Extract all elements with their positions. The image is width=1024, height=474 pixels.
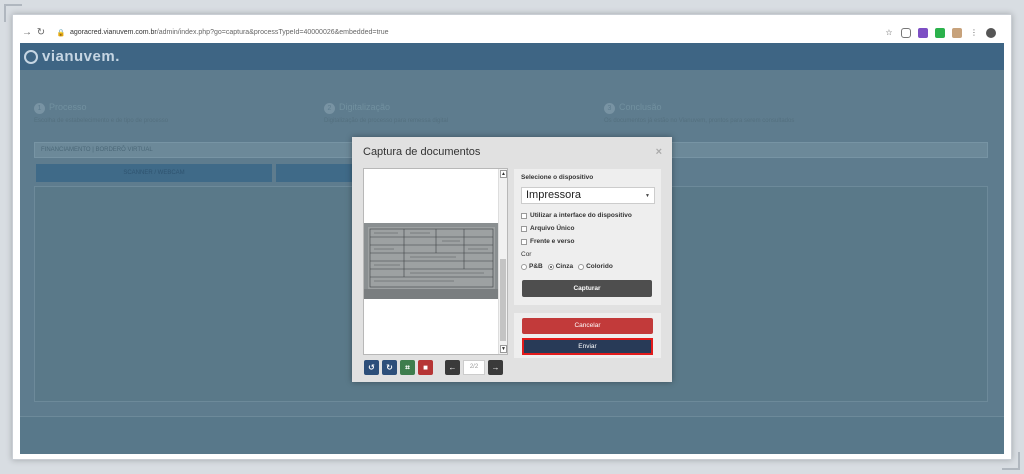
- extension-icon[interactable]: [918, 27, 928, 38]
- scroll-down-icon[interactable]: ▼: [500, 345, 507, 353]
- step-2: 2 Digitalização Digitalização de processo…: [324, 97, 448, 124]
- checkbox[interactable]: [521, 238, 527, 245]
- step-1: 1 Processo Escolha de estabelecimento e d…: [34, 97, 168, 124]
- device-label: Selecione o dispositivo: [521, 174, 594, 181]
- corner-decoration: [4, 4, 22, 22]
- delete-button[interactable]: ■: [418, 360, 433, 375]
- reload-icon[interactable]: ↻: [34, 27, 48, 38]
- forward-icon[interactable]: →: [20, 27, 34, 38]
- lock-icon[interactable]: 🔒: [56, 29, 66, 37]
- profile-icon[interactable]: [986, 27, 996, 38]
- rotate-right-icon: ↻: [386, 363, 393, 372]
- capture-button[interactable]: Capturar: [522, 280, 652, 297]
- option-duplex[interactable]: Frente e verso: [521, 238, 574, 245]
- step-desc: Escolha de estabelecimento e de tipo de …: [34, 118, 169, 124]
- rotate-left-icon: ↺: [368, 363, 375, 372]
- radio-button[interactable]: [578, 263, 585, 270]
- option-label: Utilizar a interface do dispositivo: [530, 212, 632, 219]
- arrow-right-icon: →: [491, 363, 500, 372]
- scanned-page-image: [364, 223, 499, 299]
- preview-scrollbar[interactable]: ▲ ▼: [498, 169, 507, 354]
- chevron-down-icon: ▼: [645, 193, 650, 199]
- step-desc: Os documentos já estão no Vianuvem, pron…: [604, 118, 795, 124]
- scanned-document-graphic: [364, 223, 499, 299]
- option-device-interface[interactable]: Utilizar a interface do dispositivo: [521, 212, 632, 219]
- menu-dots-icon[interactable]: ⋮: [969, 28, 979, 38]
- step-title: Processo: [49, 102, 87, 112]
- shield-icon[interactable]: [901, 27, 911, 38]
- step-3: 3 Conclusão Os documentos já estão no Via…: [604, 97, 794, 124]
- browser-address-bar: → ↻ 🔒 agoracred.vianuvem.com.br/admin/in…: [20, 22, 1004, 43]
- previous-page-button[interactable]: ←: [445, 360, 460, 375]
- step-title: Digitalização: [339, 102, 391, 112]
- step-number: 2: [324, 103, 335, 114]
- next-page-button[interactable]: →: [488, 360, 503, 375]
- radio-label: Cinza: [555, 263, 574, 270]
- device-select-value: Impressora: [526, 189, 582, 201]
- logo-icon: [24, 49, 38, 64]
- crop-button[interactable]: ⌗: [400, 360, 415, 375]
- radio-label: Colorido: [586, 263, 613, 270]
- star-icon[interactable]: ☆: [884, 28, 894, 38]
- arrow-left-icon: ←: [448, 363, 457, 372]
- tab-label: SCANNER / WEBCAM: [123, 170, 185, 176]
- checkbox[interactable]: [521, 225, 527, 232]
- trash-icon: ■: [423, 363, 428, 372]
- extension-icon[interactable]: [952, 27, 962, 38]
- radio-pb[interactable]: P&B: [521, 263, 543, 270]
- step-number: 1: [34, 103, 45, 114]
- step-title: Conclusão: [619, 102, 662, 112]
- rotate-left-button[interactable]: ↺: [364, 360, 379, 375]
- step-number: 3: [604, 103, 615, 114]
- modal-title: Captura de documentos: [363, 146, 481, 158]
- radio-button[interactable]: [521, 263, 527, 270]
- device-panel: Selecione o dispositivo Impressora ▼ Uti…: [514, 169, 661, 305]
- send-button[interactable]: Enviar: [522, 338, 653, 355]
- logo: vianuvem.: [42, 48, 120, 65]
- tab-scanner-webcam[interactable]: SCANNER / WEBCAM: [36, 164, 272, 182]
- step-desc: Digitalização de processo para remessa d…: [324, 118, 449, 124]
- preview-toolbar: ↺ ↻ ⌗ ■ ← 2/2 →: [364, 360, 503, 375]
- scroll-thumb[interactable]: [500, 259, 506, 341]
- color-label: Cor: [521, 251, 532, 258]
- option-label: Frente e verso: [530, 238, 575, 245]
- crop-icon: ⌗: [405, 363, 410, 372]
- rotate-right-button[interactable]: ↻: [382, 360, 397, 375]
- url-host: agoracred.vianuvem.com.br: [70, 29, 157, 36]
- option-label: Arquivo Único: [530, 225, 575, 232]
- color-radio-group: P&B Cinza Colorido: [521, 263, 613, 270]
- capture-modal: Captura de documentos × ▲ ▼ ↺ ↻ ⌗ ■ ← 2/…: [352, 137, 672, 382]
- page-indicator: 2/2: [463, 360, 485, 375]
- checkbox[interactable]: [521, 212, 527, 219]
- wizard-steps: 1 Processo Escolha de estabelecimento e d…: [34, 97, 994, 124]
- cancel-button[interactable]: Cancelar: [522, 318, 653, 334]
- app-header: vianuvem.: [20, 43, 1004, 70]
- radio-button[interactable]: [547, 263, 554, 270]
- url-input[interactable]: agoracred.vianuvem.com.br/admin/index.ph…: [70, 29, 389, 36]
- action-panel: Cancelar Enviar: [514, 313, 661, 358]
- extension-icon[interactable]: [935, 27, 945, 38]
- footer-area: [20, 416, 1004, 454]
- url-path: /admin/index.php?go=captura&processTypeI…: [156, 29, 389, 36]
- scroll-up-icon[interactable]: ▲: [500, 170, 507, 178]
- radio-colorido[interactable]: Colorido: [578, 263, 613, 270]
- option-single-file[interactable]: Arquivo Único: [521, 225, 574, 232]
- device-select[interactable]: Impressora ▼: [521, 187, 655, 204]
- document-preview[interactable]: ▲ ▼: [363, 168, 508, 355]
- corner-decoration: [1002, 452, 1020, 470]
- radio-label: P&B: [529, 263, 543, 270]
- close-icon[interactable]: ×: [656, 146, 662, 158]
- radio-cinza[interactable]: Cinza: [547, 263, 574, 270]
